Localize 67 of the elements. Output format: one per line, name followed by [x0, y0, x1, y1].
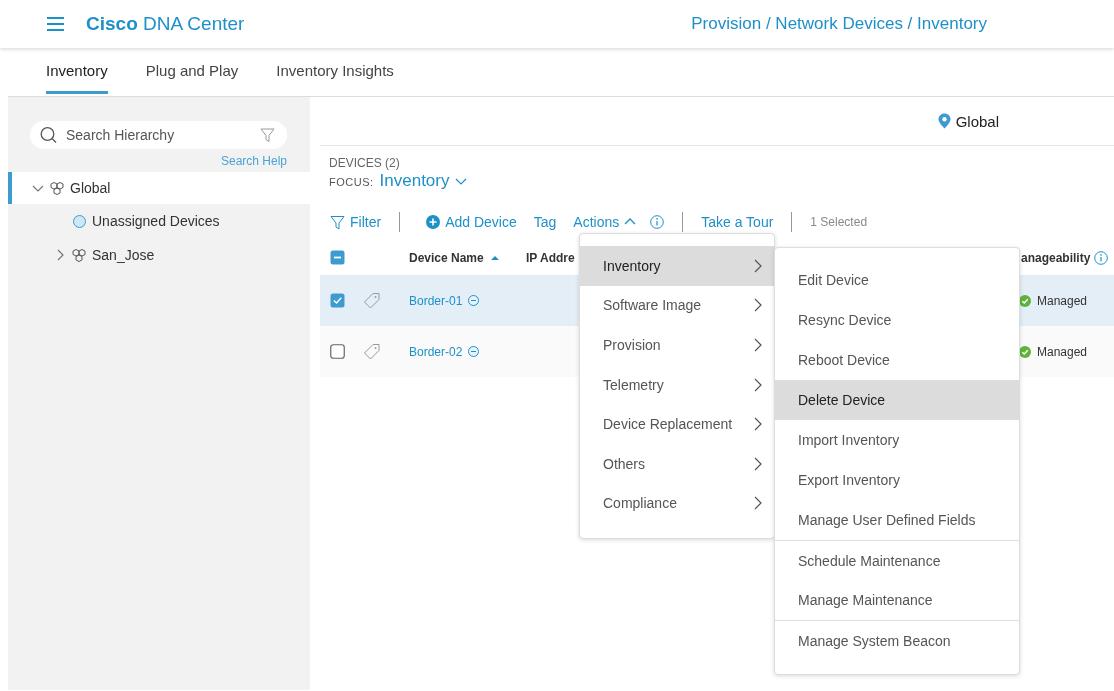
menu-item[interactable]: Others [580, 443, 774, 484]
menu-item[interactable]: Manage System Beacon [775, 620, 1019, 660]
column-header[interactable]: Device Name [409, 250, 484, 265]
chevron-right-icon [752, 496, 762, 511]
menu-item[interactable]: Inventory [580, 246, 774, 286]
tree-item[interactable]: Unassigned Devices [92, 213, 220, 229]
chevron-right-icon [752, 417, 762, 432]
tab[interactable]: Plug and Play [145, 48, 239, 94]
checkbox[interactable] [330, 293, 345, 308]
tag-button[interactable]: Tag [533, 214, 557, 230]
focus-label: FOCUS: [329, 176, 374, 188]
status-dot-icon [73, 214, 86, 228]
device-360-icon[interactable] [468, 346, 480, 357]
site-icon [72, 247, 86, 263]
add-device-button[interactable]: Add Device [426, 214, 517, 230]
column-header[interactable]: IP Addre [526, 250, 575, 265]
breadcrumb: Provision / Network Devices / Inventory [691, 14, 987, 34]
menu-item[interactable]: Reboot Device [775, 340, 1019, 380]
menu-item[interactable]: Schedule Maintenance [775, 540, 1019, 580]
tree-item[interactable]: Global [70, 180, 111, 196]
menu-item[interactable]: Export Inventory [775, 460, 1019, 500]
column-header[interactable]: anageability [1021, 250, 1091, 265]
search-field[interactable]: Search Hierarchy [30, 121, 287, 149]
device-name-link[interactable]: Border-02 [409, 344, 463, 359]
menu-item[interactable]: Resync Device [775, 300, 1019, 340]
take-a-tour-link[interactable]: Take a Tour [701, 214, 774, 230]
menu-item[interactable]: Software Image [580, 285, 774, 326]
checkbox[interactable] [330, 250, 345, 265]
chevron-right-icon [752, 377, 762, 392]
location-label: Global [955, 112, 999, 130]
selection-count: 1 Selected [810, 215, 868, 229]
chevron-right-icon [752, 456, 762, 471]
menu-icon[interactable] [47, 16, 64, 32]
actions-button[interactable]: Actions [573, 214, 637, 230]
tree-item[interactable]: San_Jose [92, 247, 155, 263]
focus-dropdown[interactable]: Inventory [379, 171, 467, 191]
filter-icon[interactable] [260, 127, 275, 143]
menu-item[interactable]: Delete Device [775, 380, 1019, 420]
tab[interactable]: Inventory [46, 48, 108, 94]
site-icon [50, 180, 64, 196]
filter-button[interactable]: Filter [330, 214, 382, 230]
menu-item[interactable]: Import Inventory [775, 420, 1019, 460]
plus-icon [426, 215, 441, 229]
tag-icon[interactable] [363, 291, 381, 310]
info-icon[interactable] [650, 215, 665, 229]
manageability-status: Managed [1037, 344, 1088, 359]
menu-item[interactable]: Manage Maintenance [775, 580, 1019, 620]
chevron-right-icon [752, 338, 762, 352]
checkbox[interactable] [330, 344, 345, 359]
location-pin-icon [937, 113, 951, 129]
menu-item[interactable]: Telemetry [580, 364, 774, 405]
info-icon[interactable] [1094, 250, 1109, 265]
device-360-icon[interactable] [468, 295, 480, 306]
tab[interactable]: Inventory Insights [276, 48, 394, 94]
tag-icon[interactable] [363, 342, 381, 361]
menu-item[interactable]: Provision [580, 325, 774, 365]
chevron-right-icon [752, 258, 762, 273]
chevron-right-icon [752, 298, 762, 313]
menu-item[interactable]: Manage User Defined Fields [775, 500, 1019, 540]
menu-item[interactable]: Edit Device [775, 260, 1019, 300]
filter-icon [330, 214, 345, 230]
app-title: Cisco DNA Center [86, 13, 245, 35]
search-icon [40, 126, 57, 144]
menu-item[interactable]: Device Replacement [580, 404, 774, 444]
device-count: DEVICES (2) [329, 156, 400, 170]
menu-item[interactable]: Compliance [580, 483, 774, 524]
manageability-status: Managed [1037, 293, 1088, 308]
